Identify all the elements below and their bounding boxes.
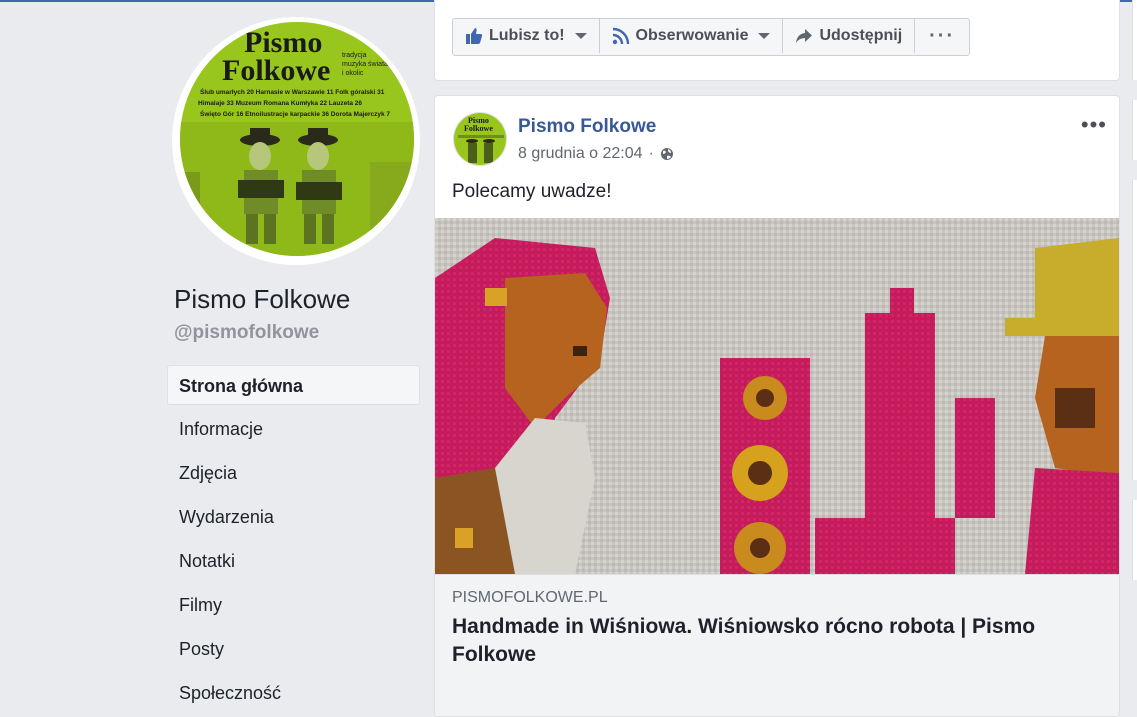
globe-icon[interactable]: [660, 147, 674, 161]
right-column-card-edge: [1132, 100, 1137, 160]
page-username[interactable]: @pismofolkowe: [174, 322, 319, 344]
right-column-card-edge: [1132, 500, 1137, 580]
post-meta: 8 grudnia o 22:04 ·: [518, 145, 674, 163]
link-preview-caption[interactable]: PISMOFOLKOWE.PL Handmade in Wiśniowa. Wi…: [435, 574, 1119, 716]
magazine-cover-image: Pismo Folkowe tradycja muzyka świata i o…: [180, 22, 414, 256]
nav-item-home[interactable]: Strona główna: [167, 365, 420, 405]
nav-item-events[interactable]: Wydarzenia: [167, 497, 420, 537]
page-title: Pismo Folkowe: [174, 284, 351, 314]
thumbs-up-icon: [466, 28, 483, 44]
share-page-label: Udostępnij: [819, 27, 903, 44]
svg-text:tradycja: tradycja: [342, 52, 367, 59]
post-options-menu[interactable]: •••: [1081, 112, 1107, 138]
chevron-down-icon: [574, 33, 587, 39]
svg-text:Ślub umarłych 20 Harnasie w W: Ślub umarłych 20 Harnasie w Warszawie 11…: [200, 87, 385, 96]
post-author-avatar[interactable]: Pismo Folkowe: [453, 112, 507, 166]
nav-item-community[interactable]: Społeczność: [167, 673, 420, 713]
svg-text:muzyka świata: muzyka świata: [342, 61, 388, 68]
page-navigation: Strona główna Informacje Zdjęcia Wydarze…: [167, 365, 420, 717]
nav-item-videos[interactable]: Filmy: [167, 585, 420, 625]
link-preview-image[interactable]: i: [435, 218, 1119, 574]
svg-text:i okolic: i okolic: [342, 70, 364, 77]
nav-item-posts[interactable]: Posty: [167, 629, 420, 669]
post-timestamp[interactable]: 8 grudnia o 22:04: [518, 145, 643, 163]
meta-separator: ·: [648, 145, 654, 162]
nav-item-notes[interactable]: Notatki: [167, 541, 420, 581]
svg-text:Folkowe: Folkowe: [464, 124, 493, 133]
follow-page-button[interactable]: Obserwowanie: [600, 19, 784, 53]
svg-text:Święto Gór 16 Etnoilustracje: Święto Gór 16 Etnoilustracje karpackie 3…: [200, 109, 390, 118]
chevron-down-icon: [758, 33, 771, 39]
rss-follow-icon: [612, 27, 629, 45]
svg-text:Himalaje 33 Muzeum Romana Kum: Himalaje 33 Muzeum Romana Kumłyka 22 Lau…: [198, 100, 362, 107]
nav-item-photos[interactable]: Zdjęcia: [167, 453, 420, 493]
follow-page-label: Obserwowanie: [635, 27, 749, 44]
like-page-button[interactable]: Lubisz to!: [453, 19, 600, 53]
right-column-card-edge: [1132, 0, 1137, 80]
magazine-cover-thumbnail: Pismo Folkowe: [454, 113, 506, 165]
woven-tapestry-image: [435, 218, 1119, 574]
share-page-button[interactable]: Udostępnij: [783, 19, 916, 53]
avatar-logo-line2: Folkowe: [222, 54, 330, 87]
more-actions-button[interactable]: ···: [915, 19, 969, 53]
post-author-name[interactable]: Pismo Folkowe: [518, 116, 656, 138]
feed-post: Pismo Folkowe Pismo Folkowe 8 grudnia o …: [434, 95, 1120, 717]
link-title[interactable]: Handmade in Wiśniowa. Wiśniowsko rócno r…: [452, 613, 1092, 669]
page-actions-bar: Lubisz to! Obserwowanie Udostępnij ···: [452, 18, 971, 56]
right-column-card-edge: [1132, 180, 1137, 480]
post-text: Polecamy uwadze!: [452, 181, 612, 202]
profile-picture[interactable]: Pismo Folkowe tradycja muzyka świata i o…: [180, 22, 414, 256]
nav-item-about[interactable]: Informacje: [167, 409, 420, 449]
share-arrow-icon: [796, 29, 813, 43]
link-domain: PISMOFOLKOWE.PL: [452, 589, 608, 606]
like-page-label: Lubisz to!: [489, 27, 565, 44]
more-dots-icon: ···: [929, 25, 956, 47]
